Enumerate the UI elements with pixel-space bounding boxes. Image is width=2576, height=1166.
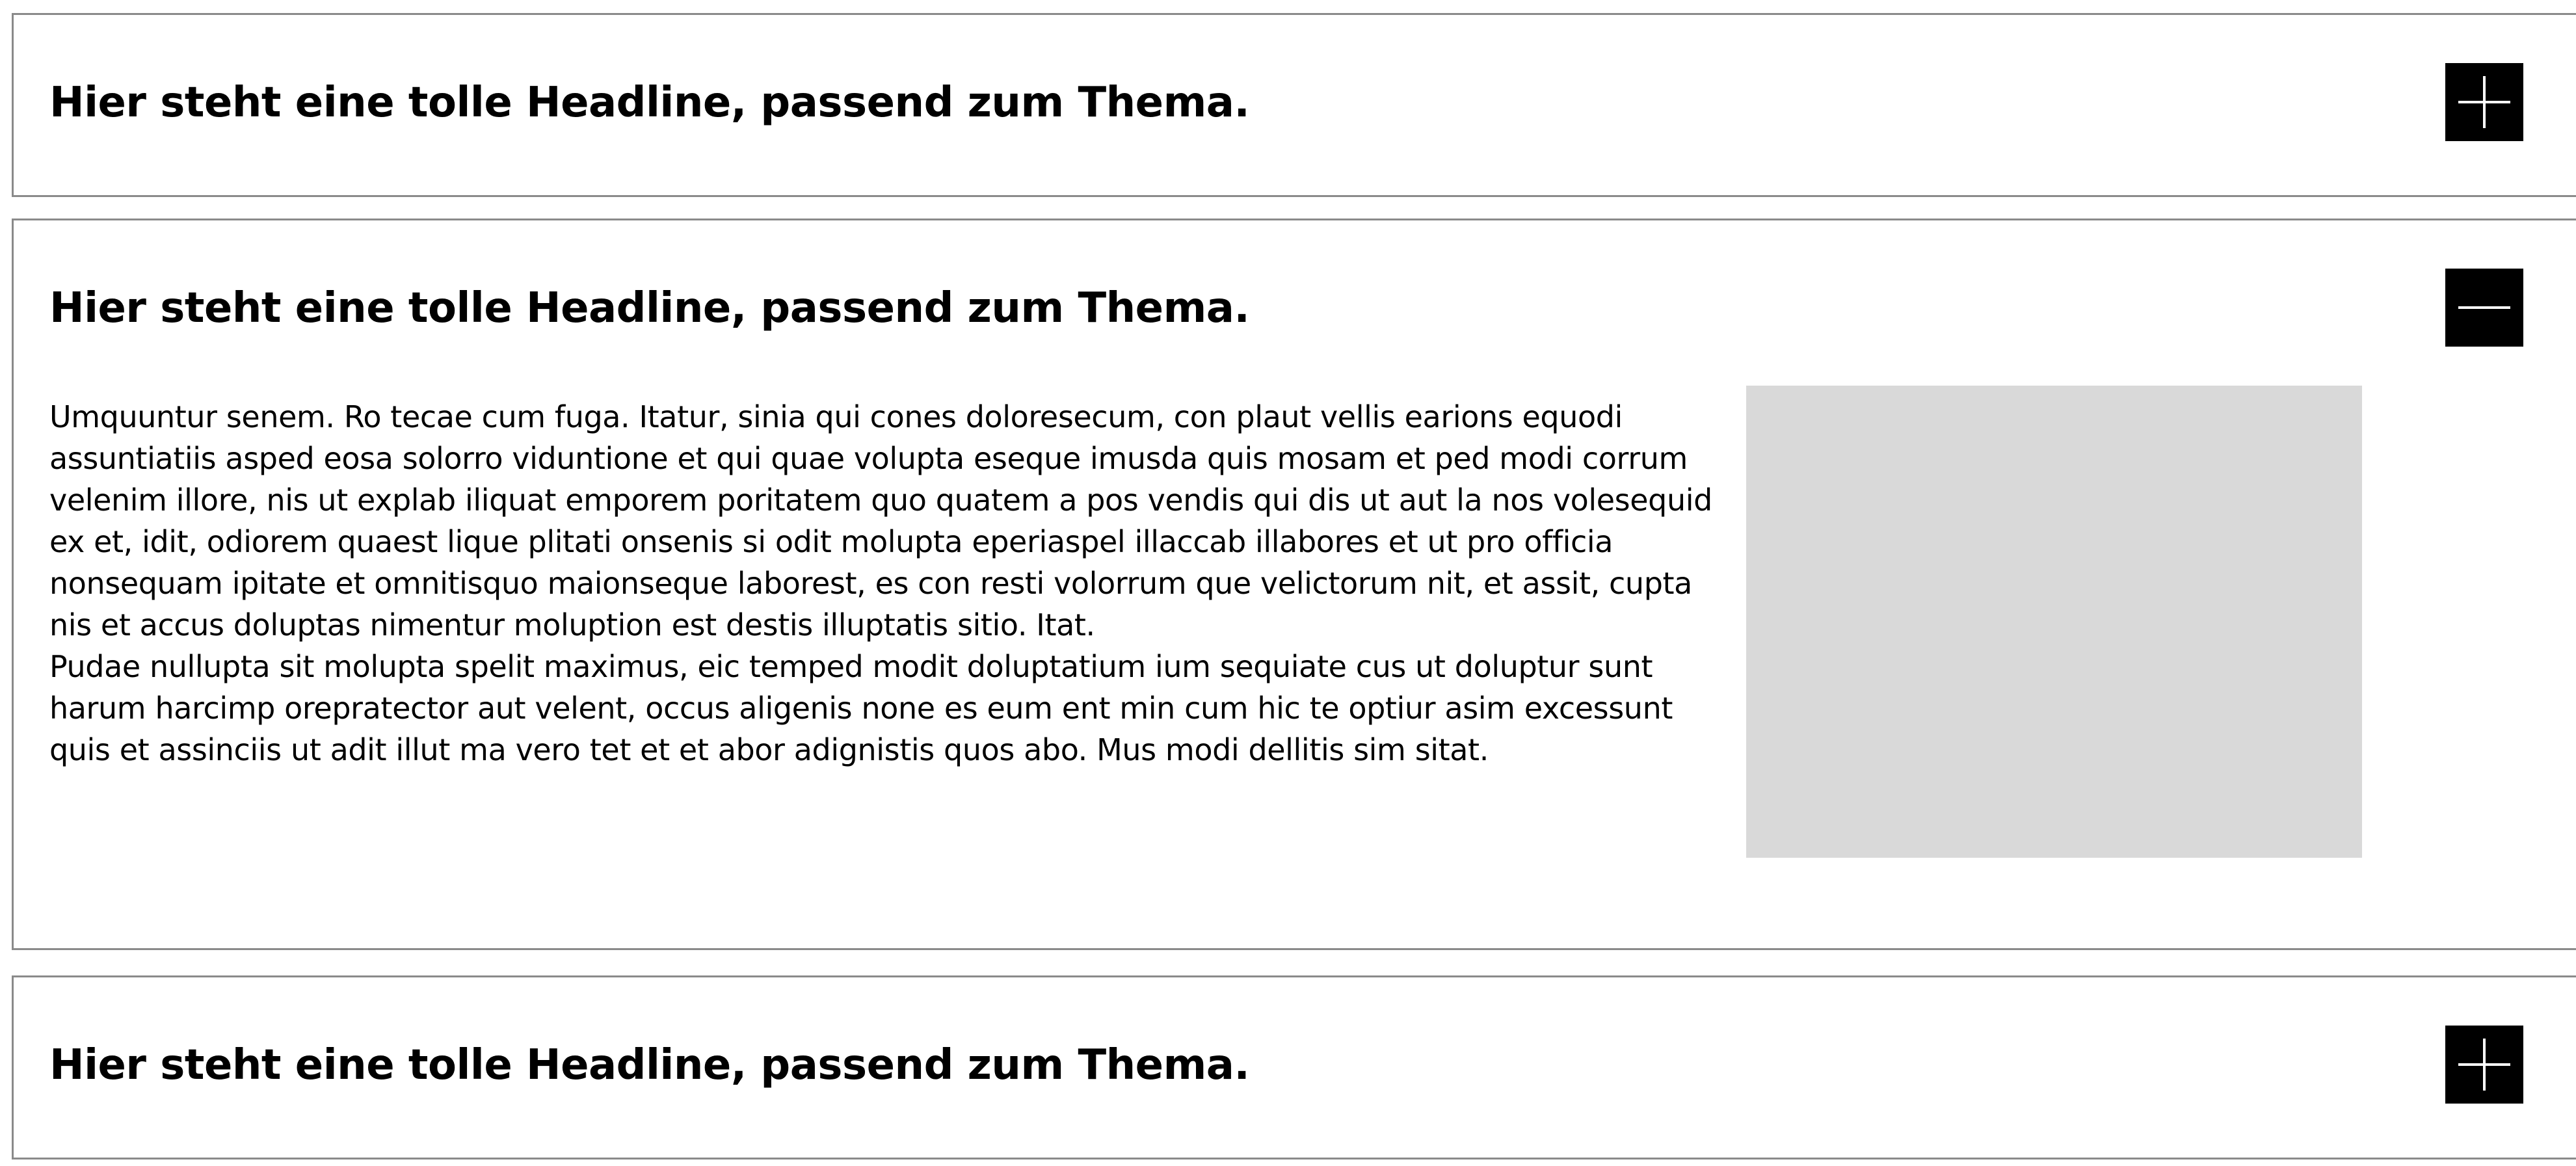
plus-icon-vertical-bar — [2483, 1039, 2486, 1091]
collapse-button[interactable] — [2445, 269, 2523, 347]
content-text: Umquuntur senem. Ro tecae cum fuga. Itat… — [49, 396, 1714, 771]
accordion-headline: Hier steht eine tolle Headline, passend … — [49, 284, 1250, 332]
accordion-item-3: Hier steht eine tolle Headline, passend … — [12, 975, 2576, 1159]
expand-button[interactable] — [2445, 1026, 2523, 1104]
expand-button[interactable] — [2445, 63, 2523, 141]
accordion-item-2: Hier steht eine tolle Headline, passend … — [12, 219, 2576, 950]
accordion-header-1[interactable]: Hier steht eine tolle Headline, passend … — [14, 15, 2576, 191]
accordion-content: Umquuntur senem. Ro tecae cum fuga. Itat… — [14, 386, 2576, 948]
accordion-headline: Hier steht eine tolle Headline, passend … — [49, 79, 1250, 127]
image-placeholder — [1746, 386, 2362, 858]
accordion-item-1: Hier steht eine tolle Headline, passend … — [12, 13, 2576, 197]
accordion: Hier steht eine tolle Headline, passend … — [0, 0, 2576, 1166]
accordion-headline: Hier steht eine tolle Headline, passend … — [49, 1041, 1250, 1089]
minus-icon — [2458, 306, 2510, 309]
content-paragraph-2: Pudae nullupta sit molupta spelit maximu… — [49, 649, 1673, 767]
accordion-header-2[interactable]: Hier steht eine tolle Headline, passend … — [14, 220, 2576, 396]
accordion-header-3[interactable]: Hier steht eine tolle Headline, passend … — [14, 977, 2576, 1153]
content-paragraph-1: Umquuntur senem. Ro tecae cum fuga. Itat… — [49, 399, 1712, 643]
plus-icon-vertical-bar — [2483, 76, 2486, 128]
